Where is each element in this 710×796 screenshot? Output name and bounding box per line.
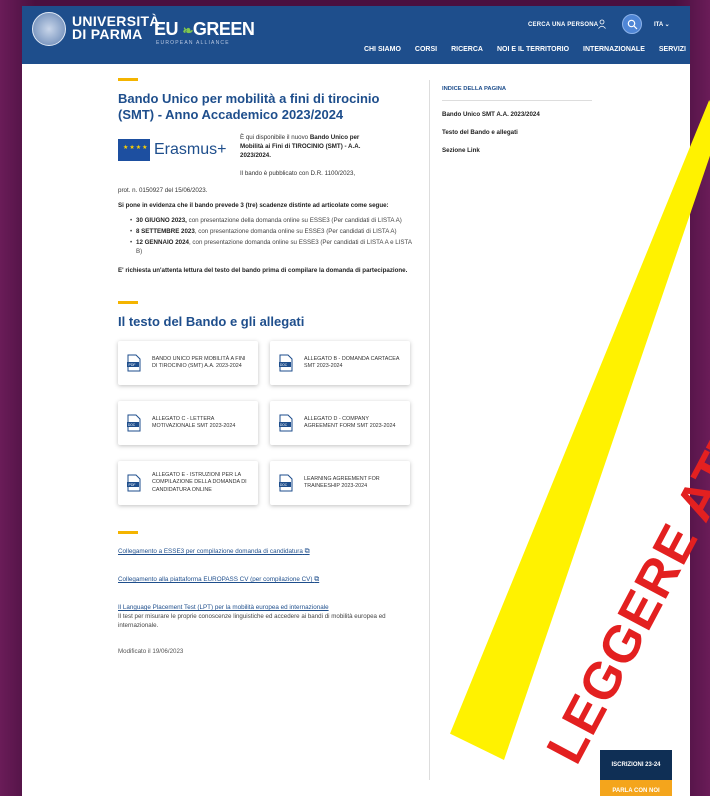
- document-card[interactable]: DOC ALLEGATO D - COMPANY AGREEMENT FORM …: [270, 401, 410, 445]
- sidebar-divider: [429, 80, 430, 780]
- nav-item-internazionale[interactable]: INTERNAZIONALE: [583, 46, 645, 53]
- accent-bar: [118, 301, 138, 304]
- pdf-file-icon: PDF: [127, 354, 141, 372]
- intro-text: È qui disponibile il nuovo Bando Unico p…: [240, 133, 370, 178]
- lpt-description: Il test per misurare le proprie conoscen…: [118, 613, 386, 629]
- svg-text:PDF: PDF: [129, 363, 136, 367]
- accent-bar: [118, 78, 138, 81]
- doc-file-icon: DOC: [279, 414, 293, 432]
- search-icon: [627, 19, 638, 30]
- reading-note: E' richiesta un'attenta lettura del test…: [118, 267, 408, 274]
- deadlines-list: 30 GIUGNO 2023, con presentazione della …: [130, 216, 418, 256]
- document-card[interactable]: DOC LEARNING AGREEMENT FOR TRAINEESHIP 2…: [270, 461, 410, 505]
- svg-text:PDF: PDF: [129, 483, 136, 487]
- svg-text:DOC: DOC: [280, 363, 288, 367]
- language-selector[interactable]: ITA ⌄: [654, 21, 670, 28]
- link-text: Collegamento a ESSE3 per compilazione do…: [118, 548, 303, 555]
- deadlines-intro: Si pone in evidenza che il bando prevede…: [118, 202, 389, 209]
- eu-flag-icon: [118, 139, 150, 161]
- external-link-icon: ⧉: [314, 576, 320, 583]
- doc-file-icon: DOC: [279, 354, 293, 372]
- svg-text:DOC: DOC: [128, 423, 136, 427]
- document-title: ALLEGATO E - ISTRUZIONI PER LA COMPILAZI…: [152, 471, 247, 493]
- document-title: ALLEGATO B - DOMANDA CARTACEA SMT 2023-2…: [304, 355, 400, 370]
- document-title: ALLEGATO C - LETTERA MOTIVAZIONALE SMT 2…: [152, 415, 236, 430]
- site-header: UNIVERSITÀ DI PARMA EU ❧GREEN EUROPEAN A…: [22, 6, 690, 64]
- university-seal-icon[interactable]: [32, 12, 66, 46]
- deadline-date: 12 GENNAIO 2024: [136, 239, 189, 246]
- last-modified: Modificato il 19/06/2023: [118, 648, 184, 655]
- external-link-icon: ⧉: [304, 548, 310, 555]
- lpt-link[interactable]: Il Language Placement Test (LPT) per la …: [118, 604, 418, 611]
- nav-item-territorio[interactable]: NOI E IL TERRITORIO: [497, 46, 569, 53]
- list-item: 12 GENNAIO 2024, con presentazione doman…: [130, 238, 418, 256]
- university-name-line2: DI PARMA: [72, 26, 143, 42]
- alliance-logo[interactable]: EU ❧GREEN: [154, 19, 255, 40]
- person-icon[interactable]: [597, 19, 607, 29]
- main-content: Bando Unico per mobilità a fini di tiroc…: [118, 78, 418, 655]
- pdf-file-icon: PDF: [127, 474, 141, 492]
- decree-text-b: prot. n. 0150927 del 15/06/2023.: [118, 187, 208, 194]
- document-card[interactable]: PDF ALLEGATO E - ISTRUZIONI PER LA COMPI…: [118, 461, 258, 505]
- section-title: Il testo del Bando e gli allegati: [118, 314, 305, 329]
- nav-item-corsi[interactable]: CORSI: [415, 46, 437, 53]
- alliance-subtitle: EUROPEAN ALLIANCE: [156, 40, 230, 46]
- deadline-date: 30 GIUGNO 2023,: [136, 217, 187, 224]
- language-label: ITA: [654, 22, 663, 28]
- document-card[interactable]: PDF BANDO UNICO PER MOBILITÀ A FINI DI T…: [118, 341, 258, 385]
- intro-prefix: È qui disponibile il nuovo: [240, 134, 310, 141]
- decree-text-a: Il bando è pubblicato con D.R. 1100/2023…: [240, 170, 356, 177]
- nav-item-chi-siamo[interactable]: CHI SIAMO: [364, 46, 401, 53]
- link-text: Collegamento alla piattaforma EUROPASS C…: [118, 576, 313, 583]
- deadline-text: , con presentazione domanda online su ES…: [194, 228, 397, 235]
- document-title: ALLEGATO D - COMPANY AGREEMENT FORM SMT …: [304, 415, 396, 430]
- list-item: 8 SETTEMBRE 2023, con presentazione doma…: [130, 227, 418, 236]
- doc-file-icon: DOC: [127, 414, 141, 432]
- nav-item-ricerca[interactable]: RICERCA: [451, 46, 483, 53]
- deadline-date: 8 SETTEMBRE 2023: [136, 228, 195, 235]
- index-heading: INDICE DELLA PAGINA: [442, 86, 592, 101]
- page-title: Bando Unico per mobilità a fini di tiroc…: [118, 91, 380, 122]
- document-title: LEARNING AGREEMENT FOR TRAINEESHIP 2023-…: [304, 475, 380, 490]
- chevron-down-icon: ⌄: [664, 22, 670, 28]
- document-title: BANDO UNICO PER MOBILITÀ A FINI DI TIROC…: [152, 355, 246, 370]
- document-card[interactable]: DOC ALLEGATO B - DOMANDA CARTACEA SMT 20…: [270, 341, 410, 385]
- search-button[interactable]: [622, 14, 642, 34]
- doc-file-icon: DOC: [279, 474, 293, 492]
- europass-link[interactable]: Collegamento alla piattaforma EUROPASS C…: [118, 576, 418, 584]
- erasmus-logo-text: Erasmus+: [154, 141, 227, 158]
- erasmus-intro: Erasmus+ È qui disponibile il nuovo Band…: [118, 133, 418, 178]
- university-name[interactable]: UNIVERSITÀ DI PARMA: [72, 14, 160, 42]
- accent-bar: [118, 531, 138, 534]
- esse3-link[interactable]: Collegamento a ESSE3 per compilazione do…: [118, 548, 418, 556]
- document-card[interactable]: DOC ALLEGATO C - LETTERA MOTIVAZIONALE S…: [118, 401, 258, 445]
- parla-con-noi-button[interactable]: PARLA CON NOI: [600, 780, 672, 796]
- nav-item-servizi[interactable]: SERVIZI: [659, 46, 686, 53]
- main-navigation: CHI SIAMO CORSI RICERCA NOI E IL TERRITO…: [350, 46, 686, 53]
- deadline-text: con presentazione della domanda online s…: [186, 217, 402, 224]
- svg-text:DOC: DOC: [280, 423, 288, 427]
- link-text: Il Language Placement Test (LPT) per la …: [118, 604, 329, 611]
- leaf-icon: ❧: [182, 23, 194, 38]
- list-item: 30 GIUGNO 2023, con presentazione della …: [130, 216, 418, 225]
- svg-text:DOC: DOC: [280, 483, 288, 487]
- erasmus-logo: Erasmus+: [118, 133, 228, 167]
- search-person-link[interactable]: CERCA UNA PERSONA: [528, 22, 598, 28]
- documents-grid: PDF BANDO UNICO PER MOBILITÀ A FINI DI T…: [118, 341, 418, 505]
